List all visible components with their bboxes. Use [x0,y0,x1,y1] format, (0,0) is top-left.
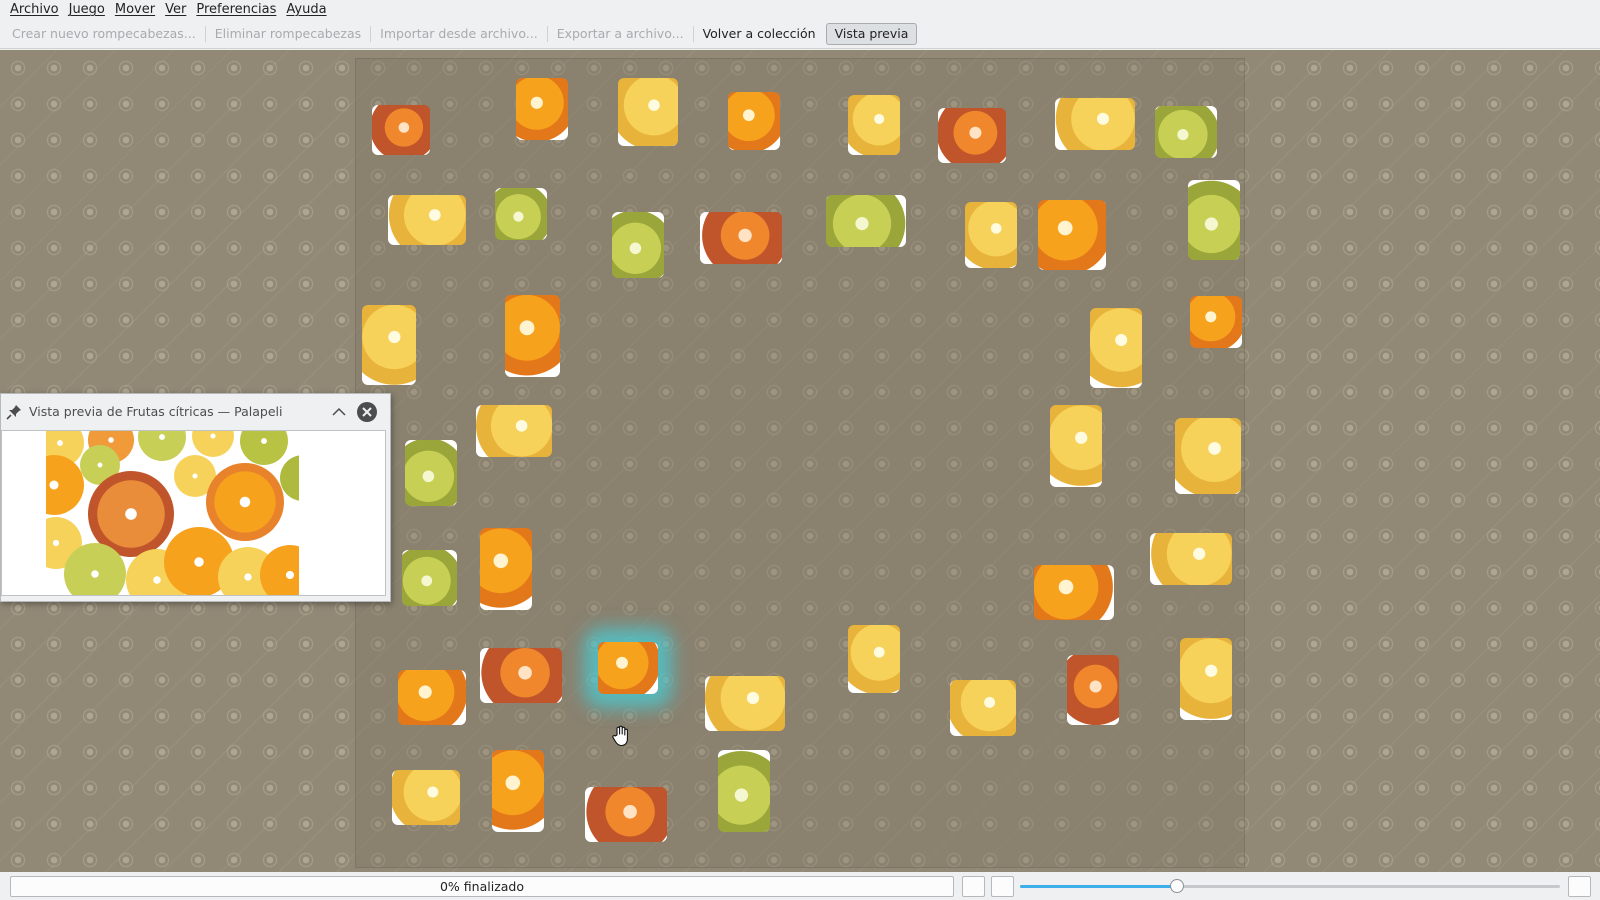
menu-ver[interactable]: Ver [160,0,191,20]
export-button[interactable]: Exportar a archivo... [549,23,692,45]
puzzle-piece[interactable] [585,787,667,842]
puzzle-piece[interactable] [1050,405,1102,487]
progress-label: 0% finalizado [439,879,524,894]
puzzle-piece[interactable] [1175,418,1241,494]
puzzle-piece[interactable] [388,195,466,245]
puzzle-piece[interactable] [392,770,460,825]
puzzle-piece[interactable] [372,105,430,155]
puzzle-piece[interactable] [718,750,770,832]
back-to-collection-button[interactable]: Volver a colección [695,23,824,45]
puzzle-piece[interactable] [700,212,782,264]
puzzle-piece[interactable] [848,625,900,693]
toolbar-separator [546,26,548,42]
puzzle-piece[interactable] [950,680,1016,736]
puzzle-piece[interactable] [848,95,900,155]
preview-content [1,430,386,596]
puzzle-piece[interactable] [1150,533,1232,585]
close-icon[interactable] [356,401,378,423]
puzzle-piece[interactable] [938,108,1006,163]
puzzle-piece[interactable] [1190,296,1242,348]
puzzle-piece[interactable] [826,195,906,247]
puzzle-piece[interactable] [1034,565,1114,620]
delete-puzzle-button[interactable]: Eliminar rompecabezas [207,23,369,45]
puzzle-piece[interactable] [402,550,457,606]
status-bar: 0% finalizado [0,872,1600,900]
menu-archivo[interactable]: Archivo [0,0,64,20]
menu-juego[interactable]: Juego [64,0,110,20]
toolbar-separator [204,26,206,42]
toolbar-separator [692,26,694,42]
puzzle-piece[interactable] [1090,308,1142,388]
puzzle-piece[interactable] [1038,200,1106,270]
puzzle-piece[interactable] [728,92,780,150]
zoom-slider-handle[interactable] [1169,879,1184,893]
puzzle-piece[interactable] [612,212,664,278]
puzzle-piece[interactable] [505,295,560,377]
hand-cursor-icon [612,725,628,747]
zoom-out-button[interactable] [962,876,985,897]
puzzle-piece[interactable] [516,78,568,140]
zoom-in-button[interactable] [991,876,1014,897]
puzzle-piece[interactable] [492,750,544,832]
puzzle-piece[interactable] [1180,638,1232,720]
puzzle-piece[interactable] [1188,180,1240,260]
puzzle-preview-image [46,431,299,595]
progress-bar: 0% finalizado [10,876,954,897]
menu-mover[interactable]: Mover [110,0,160,20]
zoom-slider-fill [1020,885,1177,888]
puzzle-board-area [355,58,1245,868]
import-button[interactable]: Importar desde archivo... [372,23,546,45]
puzzle-piece[interactable] [476,405,552,457]
toolbar-separator [370,26,372,42]
create-puzzle-button[interactable]: Crear nuevo rompecabezas... [4,23,204,45]
preview-toggle-button[interactable]: Vista previa [825,23,918,45]
puzzle-piece[interactable] [618,78,678,146]
puzzle-piece[interactable] [480,528,532,610]
preview-window-title: Vista previa de Frutas cítricas — Palape… [29,404,283,419]
menu-preferencias[interactable]: Preferencias [191,0,281,20]
fit-view-button[interactable] [1568,876,1591,897]
chevron-up-icon[interactable] [330,403,348,421]
preview-window[interactable]: Vista previa de Frutas cítricas — Palape… [0,393,391,602]
menu-ayuda[interactable]: Ayuda [281,0,331,20]
puzzle-piece[interactable] [705,676,785,731]
puzzle-piece[interactable] [1055,98,1135,150]
preview-titlebar[interactable]: Vista previa de Frutas cítricas — Palape… [1,394,390,429]
puzzle-piece[interactable] [1155,106,1217,158]
zoom-slider[interactable] [1020,885,1560,888]
puzzle-piece-selected[interactable] [598,642,658,694]
puzzle-piece[interactable] [398,670,466,725]
puzzle-piece[interactable] [495,188,547,240]
toolbar: Crear nuevo rompecabezas... Eliminar rom… [0,20,1600,49]
puzzle-piece[interactable] [362,305,416,385]
puzzle-piece[interactable] [480,648,562,703]
pin-icon[interactable] [5,403,23,421]
puzzle-piece[interactable] [965,202,1017,268]
puzzle-piece[interactable] [1067,655,1119,725]
menu-bar: Archivo Juego Mover Ver Preferencias Ayu… [0,0,1600,20]
puzzle-piece[interactable] [405,440,457,506]
